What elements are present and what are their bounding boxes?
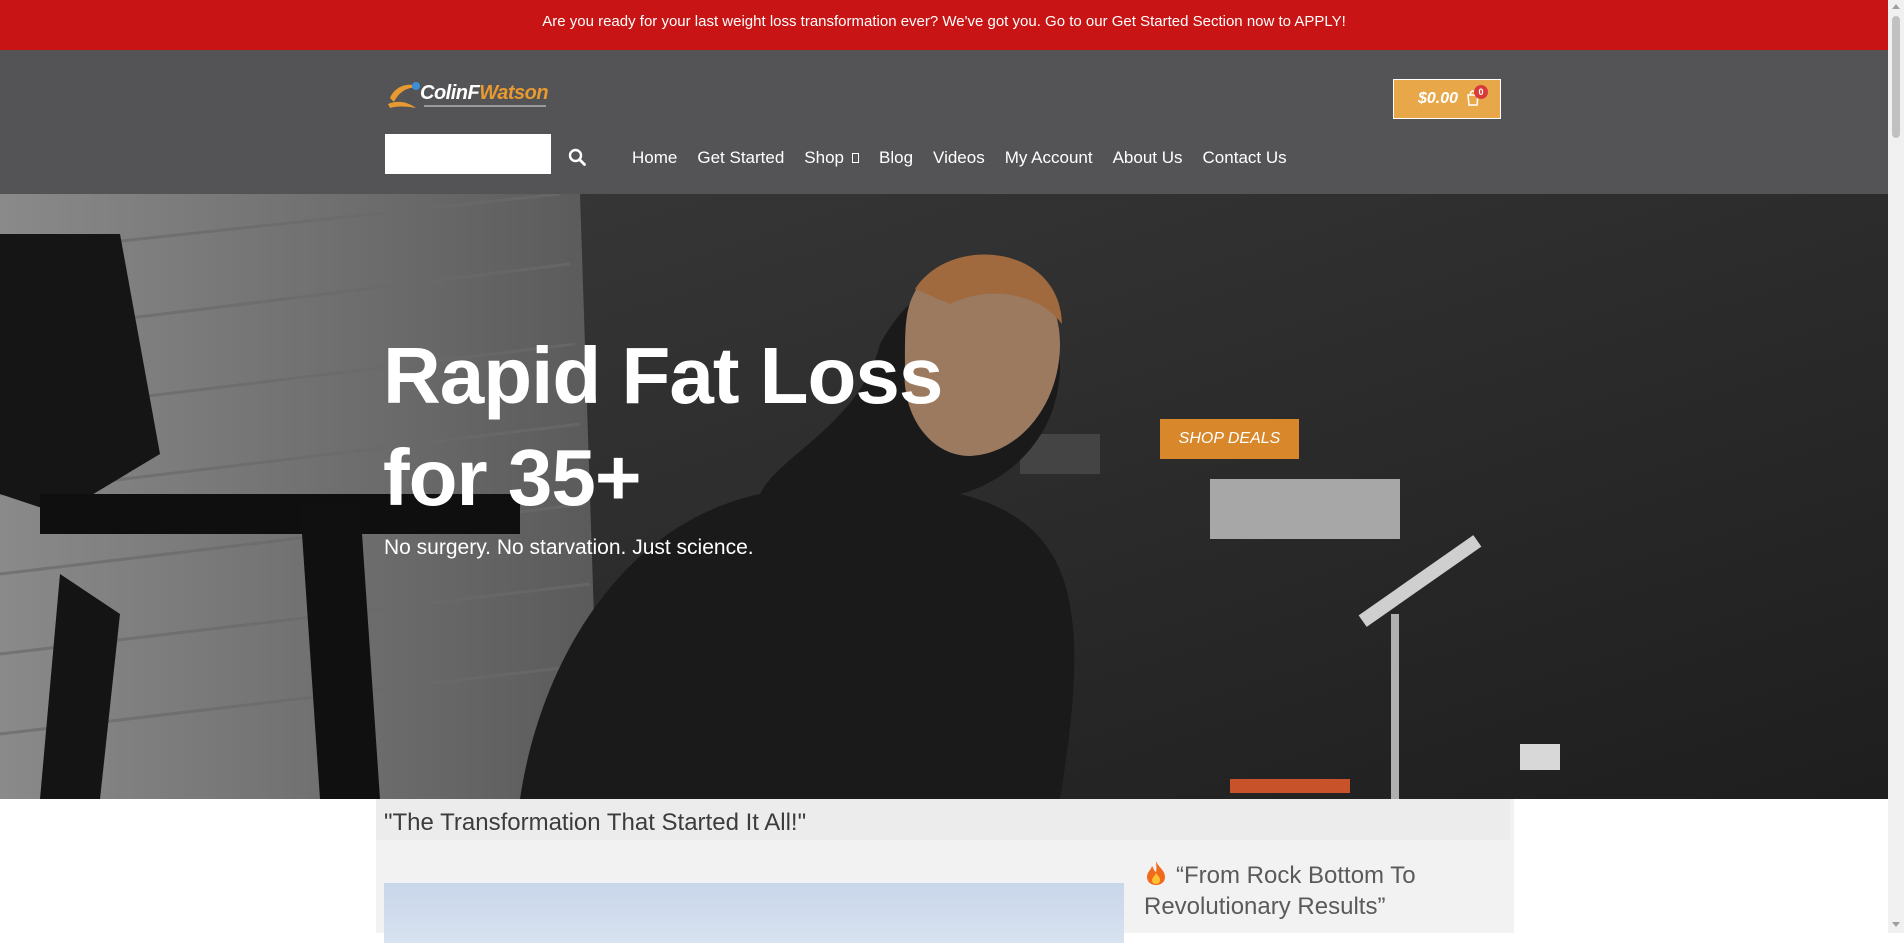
nav-item-home[interactable]: Home <box>632 148 677 168</box>
cart-button[interactable]: $0.00 0 <box>1393 79 1501 119</box>
nav-item-label: About Us <box>1112 148 1183 167</box>
nav-item-label: Videos <box>933 148 985 167</box>
story-title: “From Rock Bottom To Revolutionary Resul… <box>1144 860 1504 922</box>
nav-item-get-started[interactable]: Get Started <box>697 148 784 168</box>
cart-amount: $0.00 <box>1418 90 1459 107</box>
fire-icon <box>1147 861 1165 885</box>
shop-deals-button[interactable]: SHOP DEALS <box>1160 419 1299 459</box>
nav-item-label: My Account <box>1004 148 1093 167</box>
hero-title-line-1: Rapid Fat Loss <box>383 331 943 420</box>
hero-title-line-2: for 35+ <box>383 433 642 522</box>
story-title-text: “From Rock Bottom To Revolutionary Resul… <box>1144 862 1416 920</box>
site-header: ColinFWatson $0.00 0 Home Get Started Sh… <box>0 50 1888 194</box>
nav-item-shop[interactable]: Shop <box>804 148 859 168</box>
nav-item-label: Blog <box>879 148 914 167</box>
scrollbar-thumb[interactable] <box>1892 16 1900 138</box>
nav-item-label: Home <box>632 148 678 167</box>
hero-section: Rapid Fat Loss for 35+ No surgery. No st… <box>0 194 1888 799</box>
transformation-video-thumbnail[interactable] <box>384 883 1124 943</box>
scroll-down-arrow-icon[interactable] <box>1892 922 1900 927</box>
hero-title: Rapid Fat Loss for 35+ <box>383 325 1003 529</box>
page-scrollbar[interactable] <box>1888 0 1904 933</box>
nav-item-my-account[interactable]: My Account <box>1005 148 1093 168</box>
promo-text: Are you ready for your last weight loss … <box>542 13 1346 30</box>
nav-item-label: Shop <box>804 148 844 167</box>
nav-item-videos[interactable]: Videos <box>933 148 985 168</box>
logo-main-text: ColinF <box>420 82 480 104</box>
main-nav: Home Get Started Shop Blog Videos My Acc… <box>632 148 1307 168</box>
promo-banner: Are you ready for your last weight loss … <box>0 0 1888 50</box>
site-logo[interactable]: ColinFWatson <box>386 78 551 114</box>
search-input[interactable] <box>385 134 551 174</box>
logo-tagline-graphic <box>424 105 546 107</box>
nav-item-about-us[interactable]: About Us <box>1113 148 1183 168</box>
scroll-up-arrow-icon[interactable] <box>1892 4 1900 9</box>
logo-accent-text: Watson <box>479 82 549 104</box>
section-heading: "The Transformation That Started It All!… <box>384 809 807 836</box>
transformation-section: "The Transformation That Started It All!… <box>376 799 1514 943</box>
nav-item-contact-us[interactable]: Contact Us <box>1203 148 1287 168</box>
nav-item-label: Get Started <box>697 148 785 167</box>
nav-item-blog[interactable]: Blog <box>879 148 913 168</box>
cart-count-badge: 0 <box>1474 85 1488 99</box>
hero-subtitle: No surgery. No starvation. Just science. <box>384 536 754 559</box>
logo-wordmark: ColinFWatson <box>420 82 549 105</box>
dropdown-icon <box>852 153 859 163</box>
search-icon[interactable] <box>568 148 586 166</box>
nav-item-label: Contact Us <box>1202 148 1287 167</box>
